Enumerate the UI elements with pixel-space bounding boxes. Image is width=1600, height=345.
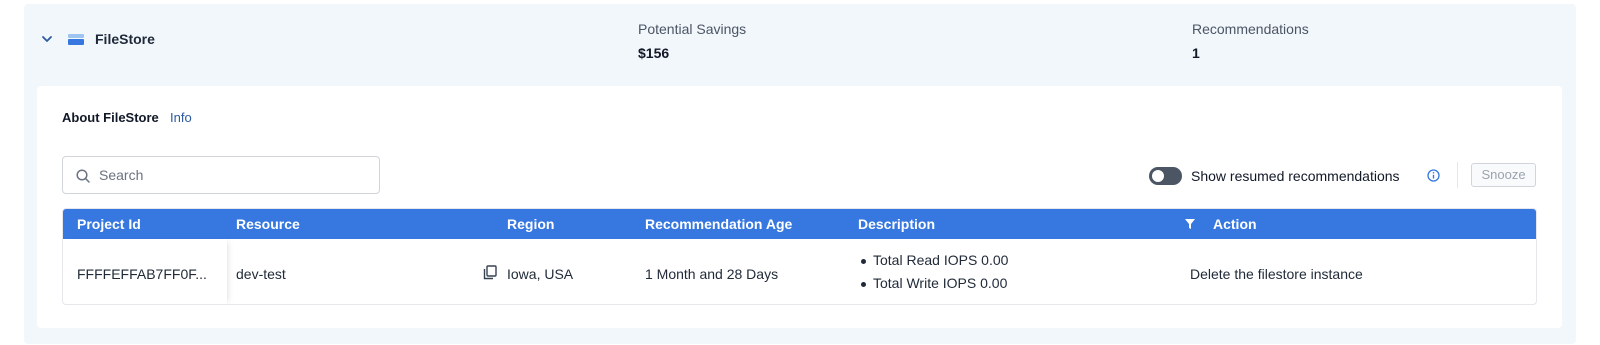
recommendations-value: 1: [1192, 45, 1200, 61]
col-project-id[interactable]: Project Id: [77, 216, 141, 232]
info-link[interactable]: Info: [170, 110, 192, 125]
table-header: Project Id Resource Region Recommendatio…: [63, 209, 1536, 239]
page: FileStore Potential Savings $156 Recomme…: [0, 0, 1600, 345]
copy-icon[interactable]: [483, 265, 497, 280]
description-list: Total Read IOPS 0.00 Total Write IOPS 0.…: [859, 249, 1008, 295]
project-id-value: FFFFEFFAB7FF0F...: [77, 266, 207, 282]
resource-value: dev-test: [236, 266, 286, 282]
description-item: Total Read IOPS 0.00: [859, 249, 1008, 272]
age-value: 1 Month and 28 Days: [645, 266, 779, 282]
show-resumed-label: Show resumed recommendations: [1191, 168, 1400, 184]
toolbar-divider: [1457, 162, 1458, 188]
potential-savings-value: $156: [638, 45, 670, 61]
description-item: Total Write IOPS 0.00: [859, 272, 1008, 295]
recommendations-table: Project Id Resource Region Recommendatio…: [62, 208, 1537, 305]
col-resource[interactable]: Resource: [236, 216, 300, 232]
show-resumed-toggle[interactable]: [1149, 167, 1182, 185]
section-title: FileStore: [95, 31, 155, 47]
search-icon: [76, 169, 90, 183]
about-title: About FileStore: [62, 110, 159, 125]
col-description[interactable]: Description: [858, 216, 935, 232]
col-recommendation-age[interactable]: Recommendation Age: [645, 216, 792, 232]
region-value: Iowa, USA: [507, 266, 574, 282]
action-value: Delete the filestore instance: [1190, 266, 1363, 282]
potential-savings-label: Potential Savings: [638, 21, 747, 37]
filestore-icon: [68, 34, 84, 45]
filter-icon[interactable]: [1184, 218, 1196, 230]
recommendations-label: Recommendations: [1192, 21, 1309, 37]
chevron-down-icon[interactable]: [40, 32, 54, 46]
search-box: [62, 156, 380, 194]
info-icon[interactable]: [1427, 169, 1440, 182]
col-region[interactable]: Region: [507, 216, 554, 232]
col-action[interactable]: Action: [1213, 216, 1257, 232]
search-input[interactable]: [99, 157, 369, 193]
snooze-button[interactable]: Snooze: [1471, 163, 1536, 187]
